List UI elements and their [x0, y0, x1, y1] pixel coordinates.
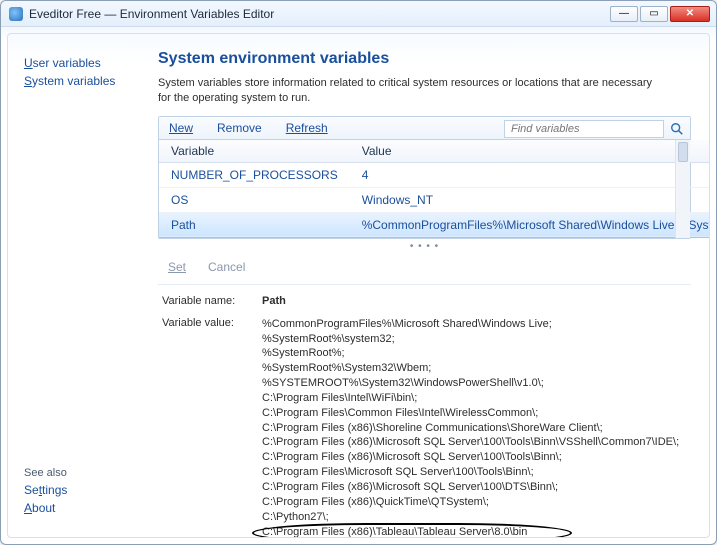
sidebar-item-about[interactable]: About — [24, 501, 140, 515]
cell-value: Windows_NT — [350, 187, 709, 212]
table-row-selected[interactable]: Path %CommonProgramFiles%\Microsoft Shar… — [159, 212, 709, 237]
see-also-label: See also — [24, 467, 140, 479]
variable-name-label: Variable name: — [162, 295, 262, 307]
detail-panel: Variable name: Path Variable value: %Com… — [158, 285, 691, 537]
sidebar-item-system-variables[interactable]: System variables — [24, 74, 140, 88]
set-button[interactable]: Set — [168, 260, 186, 274]
table-row[interactable]: NUMBER_OF_PROCESSORS 4 — [159, 162, 709, 187]
main-panel: System environment variables System vari… — [148, 34, 709, 537]
vertical-scrollbar[interactable] — [675, 140, 690, 238]
window-title: Eveditor Free — Environment Variables Ed… — [29, 7, 274, 21]
value-line: C:\Program Files\Microsoft SQL Server\10… — [262, 465, 679, 480]
value-line: C:\Program Files (x86)\Tableau\Tableau S… — [262, 525, 679, 538]
remove-button[interactable]: Remove — [217, 121, 262, 135]
value-line: C:\Program Files (x86)\Microsoft SQL Ser… — [262, 435, 679, 450]
sidebar-item-user-variables[interactable]: User variables — [24, 56, 140, 70]
variable-name-value: Path — [262, 295, 286, 307]
value-line: C:\Program Files (x86)\Microsoft SQL Ser… — [262, 480, 679, 495]
value-line: C:\Program Files\Intel\WiFi\bin\; — [262, 391, 679, 406]
body-area: User variables System variables See also… — [7, 33, 710, 538]
refresh-button[interactable]: Refresh — [286, 121, 328, 135]
value-line: %CommonProgramFiles%\Microsoft Shared\Wi… — [262, 317, 679, 332]
col-header-variable[interactable]: Variable — [159, 140, 350, 163]
app-window: Eveditor Free — Environment Variables Ed… — [0, 0, 717, 545]
search-icon[interactable] — [670, 122, 684, 136]
value-line: C:\Program Files\Common Files\Intel\Wire… — [262, 406, 679, 421]
grid-wrap: Variable Value NUMBER_OF_PROCESSORS 4 OS — [159, 140, 690, 238]
value-line: C:\Program Files (x86)\Microsoft SQL Ser… — [262, 450, 679, 465]
cell-variable: NUMBER_OF_PROCESSORS — [159, 162, 350, 187]
new-button[interactable]: New — [169, 121, 193, 135]
edit-actions: Set Cancel — [158, 254, 691, 285]
page-description: System variables store information relat… — [158, 76, 658, 106]
splitter-handle[interactable]: • • • • — [158, 239, 691, 254]
table-row[interactable]: OS Windows_NT — [159, 187, 709, 212]
value-line: C:\Python27\; — [262, 510, 679, 525]
sidebar: User variables System variables See also… — [8, 34, 148, 537]
maximize-button[interactable]: ▭ — [640, 6, 668, 22]
page-heading: System environment variables — [158, 50, 691, 68]
cancel-button[interactable]: Cancel — [208, 260, 245, 274]
value-line: %SystemRoot%\System32\Wbem; — [262, 361, 679, 376]
variable-value-label: Variable value: — [162, 317, 262, 329]
toolbar: New Remove Refresh — [159, 117, 690, 140]
close-button[interactable]: ✕ — [670, 6, 710, 22]
variable-value-lines: %CommonProgramFiles%\Microsoft Shared\Wi… — [262, 317, 679, 537]
col-header-value[interactable]: Value — [350, 140, 709, 163]
cell-variable: Path — [159, 212, 350, 237]
variables-table: Variable Value NUMBER_OF_PROCESSORS 4 OS — [159, 140, 709, 238]
sidebar-item-settings[interactable]: Settings — [24, 483, 140, 497]
sidebar-bottom-links: See also Settings About — [24, 467, 140, 519]
titlebar: Eveditor Free — Environment Variables Ed… — [1, 1, 716, 27]
cell-value: %CommonProgramFiles%\Microsoft Shared\Wi… — [350, 212, 709, 237]
variables-section: New Remove Refresh Variable — [158, 116, 691, 239]
value-line: %SYSTEMROOT%\System32\WindowsPowerShell\… — [262, 376, 679, 391]
search-wrap — [504, 120, 684, 138]
minimize-button[interactable]: — — [610, 6, 638, 22]
scrollbar-thumb[interactable] — [678, 142, 688, 162]
app-icon — [9, 7, 23, 21]
value-line: C:\Program Files (x86)\QuickTime\QTSyste… — [262, 495, 679, 510]
search-input[interactable] — [504, 120, 664, 138]
nav-links: User variables System variables — [24, 52, 140, 92]
value-line: C:\Program Files (x86)\Shoreline Communi… — [262, 421, 679, 436]
cell-variable: OS — [159, 187, 350, 212]
cell-value: 4 — [350, 162, 709, 187]
value-line: %SystemRoot%; — [262, 346, 679, 361]
window-controls: — ▭ ✕ — [610, 6, 710, 22]
value-line: %SystemRoot%\system32; — [262, 332, 679, 347]
